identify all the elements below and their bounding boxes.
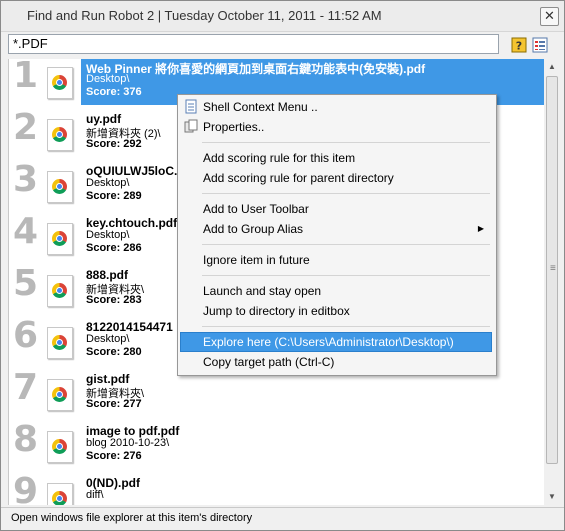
result-dir: diff\ <box>86 489 104 501</box>
result-row[interactable]: 8 image to pdf.pdf blog 2010-10-23\ Scor… <box>9 419 545 475</box>
title-bar[interactable]: Find and Run Robot 2 | Tuesday October 1… <box>1 1 564 32</box>
result-name: image to pdf.pdf <box>86 424 180 438</box>
chrome-pdf-icon <box>47 431 73 463</box>
result-number: 6 <box>13 315 39 356</box>
result-number: 5 <box>13 263 39 304</box>
scroll-down-icon[interactable]: ▼ <box>544 489 560 505</box>
menu-item-add-scoring-parent[interactable]: Add scoring rule for parent directory <box>180 168 492 188</box>
close-button[interactable]: ✕ <box>540 7 559 26</box>
help-icon[interactable]: ? <box>511 37 527 53</box>
scrollbar-thumb[interactable]: ≡ <box>546 76 558 464</box>
menu-item-ignore[interactable]: Ignore item in future <box>180 250 492 270</box>
properties-icon <box>184 119 198 133</box>
chrome-pdf-icon <box>47 119 73 151</box>
result-name: oQUIULWJ5loC. <box>86 164 178 178</box>
menu-separator <box>202 275 490 276</box>
chrome-pdf-icon <box>47 327 73 359</box>
result-score: Score: 289 <box>86 190 142 202</box>
vertical-scrollbar[interactable]: ▲ ≡ ▼ <box>544 59 560 505</box>
status-bar: Open windows file explorer at this item'… <box>1 507 564 530</box>
result-row[interactable]: 9 0(ND).pdf diff\ <box>9 471 545 505</box>
result-number: 9 <box>13 471 39 505</box>
chrome-pdf-icon <box>47 483 73 505</box>
result-score: Score: 280 <box>86 346 142 358</box>
result-score: Score: 276 <box>86 450 142 462</box>
menu-item-add-group-alias[interactable]: Add to Group Alias ▶ <box>180 219 492 239</box>
result-score: Score: 277 <box>86 398 142 410</box>
result-name: 0(ND).pdf <box>86 476 140 490</box>
result-dir: Desktop\ <box>86 73 130 85</box>
chrome-pdf-icon <box>47 67 73 99</box>
menu-item-add-scoring-item[interactable]: Add scoring rule for this item <box>180 148 492 168</box>
scroll-up-icon[interactable]: ▲ <box>544 59 560 75</box>
result-dir: Desktop\ <box>86 229 130 241</box>
result-name: key.chtouch.pdf <box>86 216 178 230</box>
grip-icon: ≡ <box>550 263 556 274</box>
result-name: gist.pdf <box>86 372 130 386</box>
result-score: Score: 376 <box>86 86 142 98</box>
result-name: Web Pinner 將你喜愛的網頁加到桌面右鍵功能表中(免安裝).pdf <box>86 62 426 76</box>
menu-separator <box>202 244 490 245</box>
close-icon: ✕ <box>544 8 555 23</box>
chrome-pdf-icon <box>47 171 73 203</box>
submenu-arrow-icon: ▶ <box>477 224 484 233</box>
menu-item-shell-context[interactable]: Shell Context Menu .. <box>180 97 492 117</box>
result-number: 3 <box>13 159 39 200</box>
result-number: 1 <box>13 59 39 96</box>
chrome-pdf-icon <box>47 275 73 307</box>
app-window: Find and Run Robot 2 | Tuesday October 1… <box>0 0 565 531</box>
menu-item-explore-here[interactable]: Explore here (C:\Users\Administrator\Des… <box>180 332 492 352</box>
chrome-pdf-icon <box>47 379 73 411</box>
result-score: Score: 286 <box>86 242 142 254</box>
svg-text:?: ? <box>516 40 522 53</box>
result-dir: Desktop\ <box>86 333 130 345</box>
result-name: 8122014154471 <box>86 320 173 334</box>
result-name: uy.pdf <box>86 112 122 126</box>
document-icon <box>185 99 197 114</box>
result-number: 2 <box>13 107 39 148</box>
result-number: 8 <box>13 419 39 460</box>
menu-item-add-toolbar[interactable]: Add to User Toolbar <box>180 199 492 219</box>
result-name: 888.pdf <box>86 268 129 282</box>
result-score: Score: 292 <box>86 138 142 150</box>
result-dir: Desktop\ <box>86 177 130 189</box>
result-row[interactable]: 7 gist.pdf 新增資料夾\ Score: 277 <box>9 367 545 423</box>
result-score: Score: 283 <box>86 294 142 306</box>
list-view-icon[interactable] <box>532 37 548 53</box>
menu-item-launch-stay[interactable]: Launch and stay open <box>180 281 492 301</box>
result-number: 7 <box>13 367 39 408</box>
menu-item-properties[interactable]: Properties.. <box>180 117 492 137</box>
context-menu: Shell Context Menu .. Properties.. Add s… <box>177 94 497 376</box>
result-dir: blog 2010-10-23\ <box>86 437 170 449</box>
menu-item-copy-path[interactable]: Copy target path (Ctrl-C) <box>180 352 492 372</box>
menu-separator <box>202 326 490 327</box>
result-number: 4 <box>13 211 39 252</box>
chrome-pdf-icon <box>47 223 73 255</box>
search-input[interactable]: *.PDF <box>8 34 499 54</box>
menu-item-jump-dir[interactable]: Jump to directory in editbox <box>180 301 492 321</box>
menu-separator <box>202 193 490 194</box>
menu-separator <box>202 142 490 143</box>
window-title: Find and Run Robot 2 | Tuesday October 1… <box>27 8 382 23</box>
